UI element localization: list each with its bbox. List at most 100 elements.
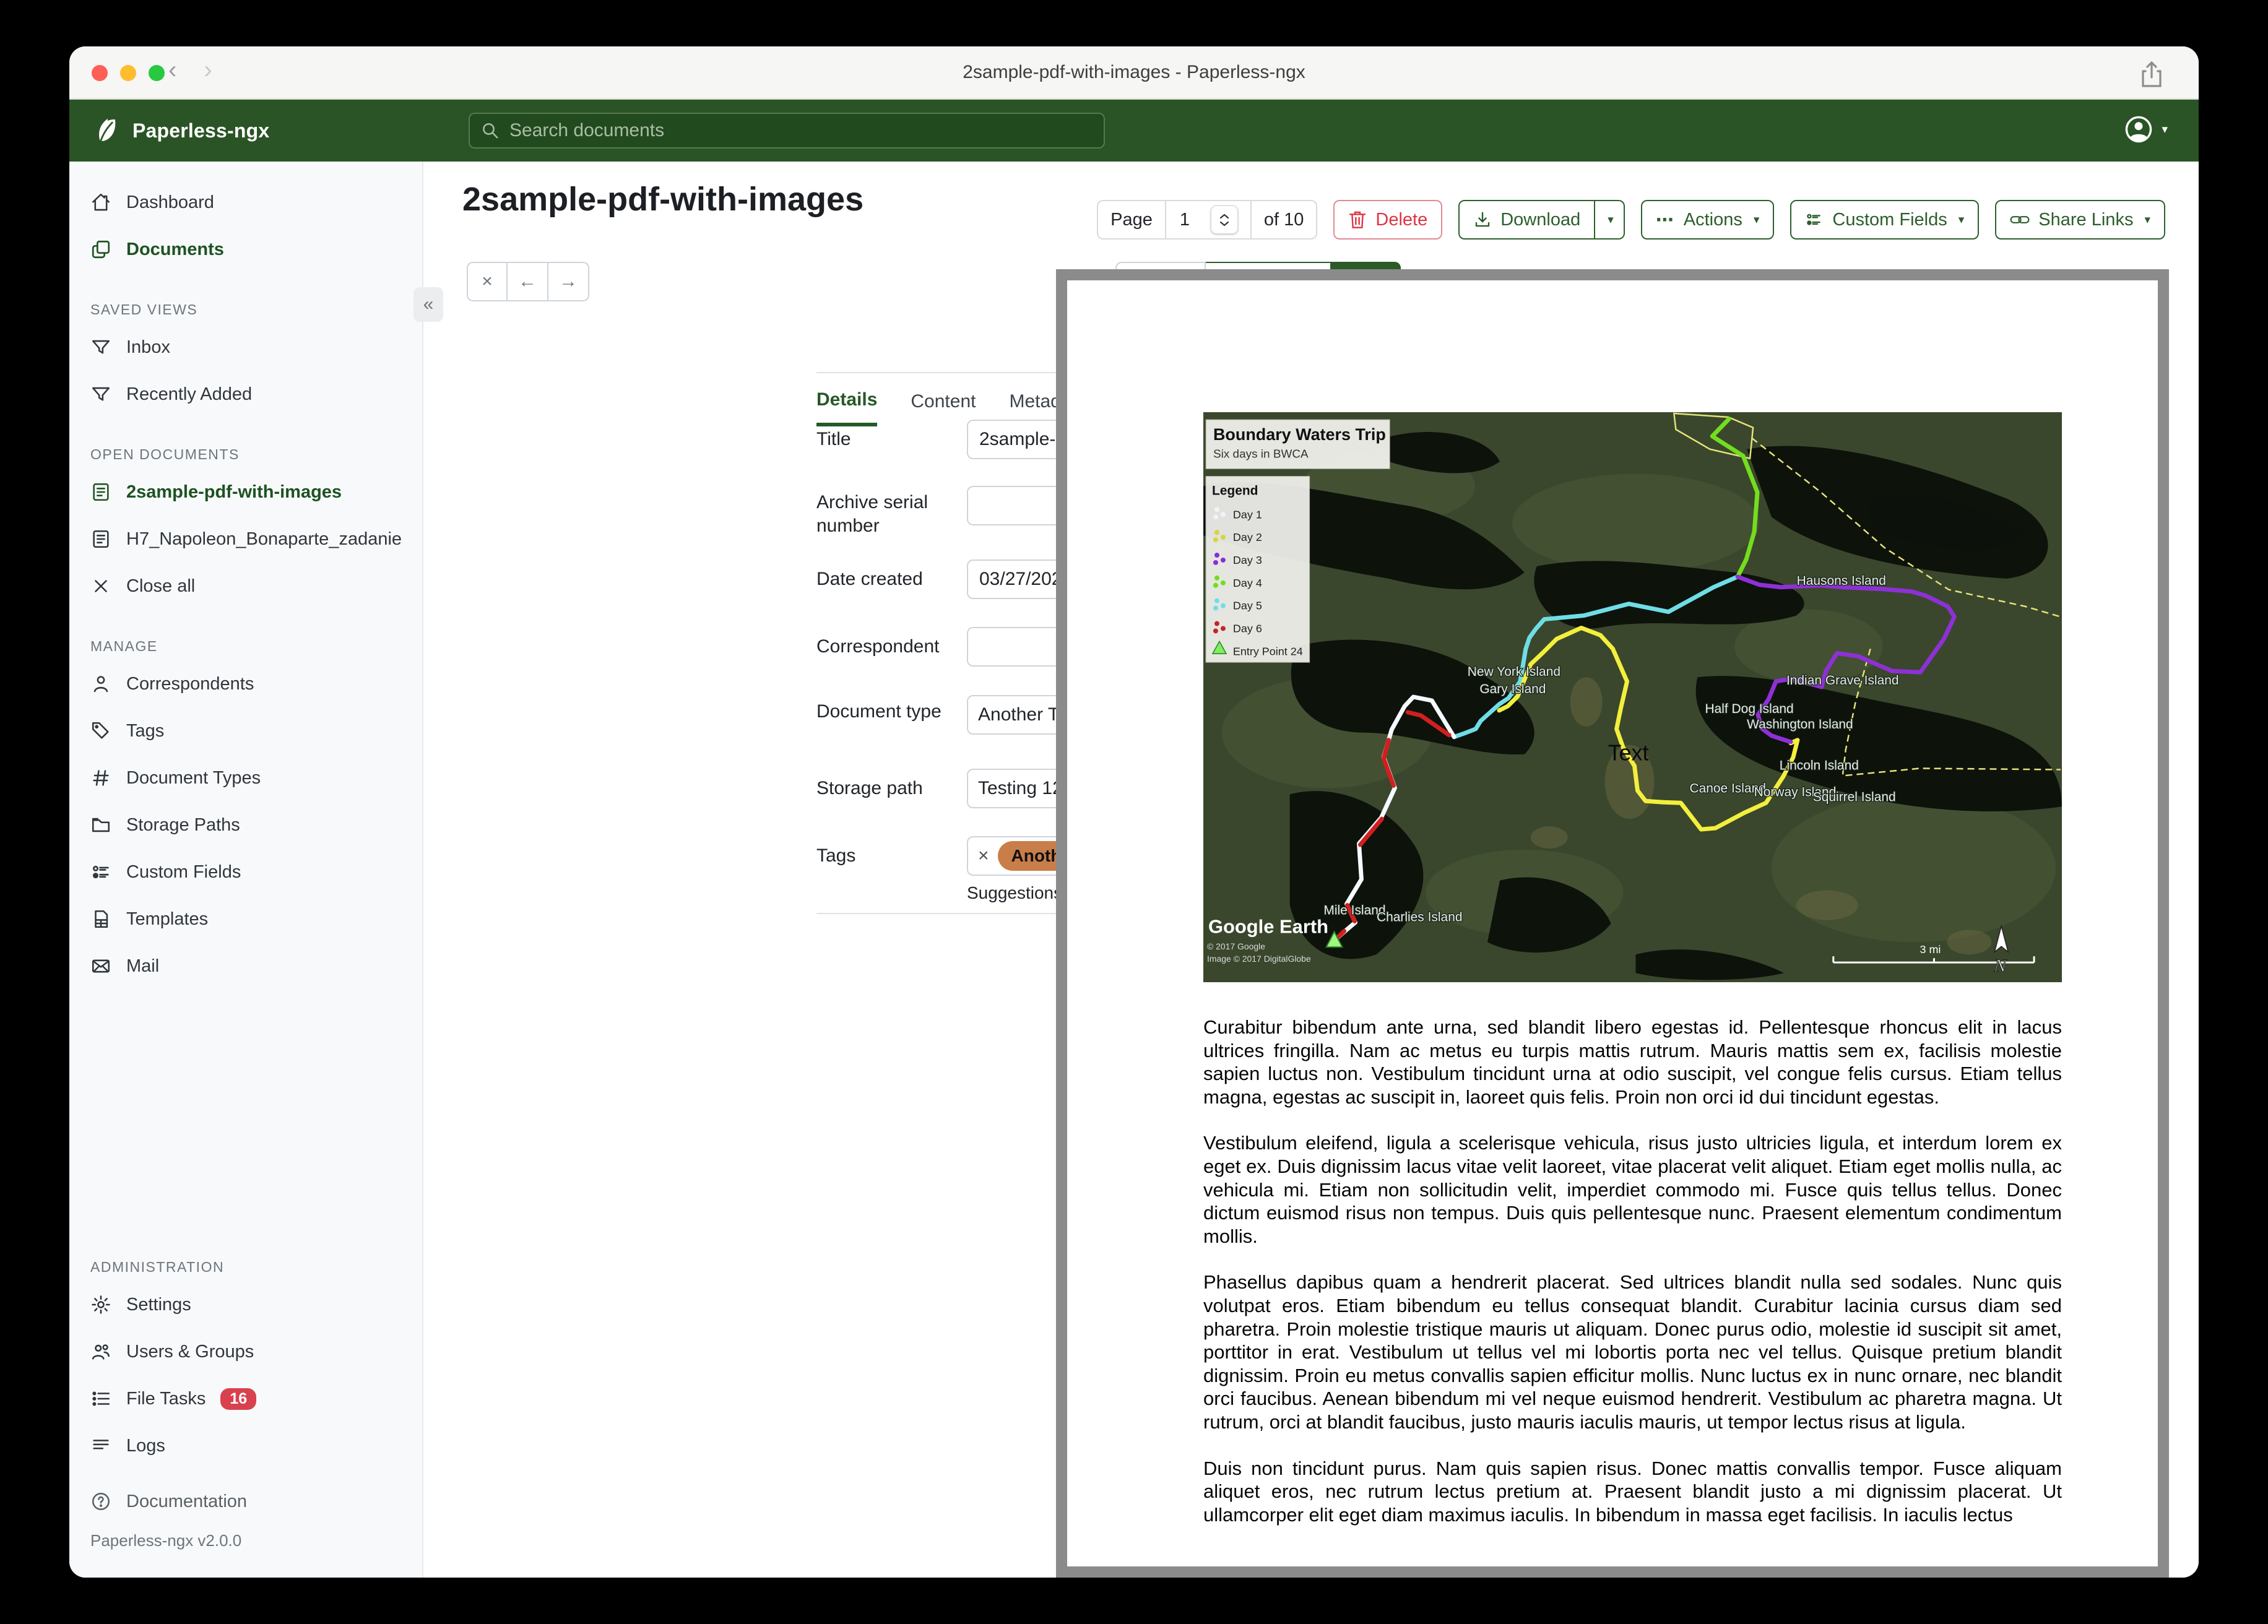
sidebar-item-file-tasks[interactable]: File Tasks 16: [69, 1375, 422, 1422]
sidebar-item-documentation[interactable]: Documentation: [69, 1478, 422, 1525]
forward-icon[interactable]: ›: [204, 56, 212, 84]
stepper-up-icon: [1219, 214, 1229, 218]
custom-fields-button[interactable]: Custom Fields ▾: [1790, 200, 1980, 240]
page-navigator: Page of 10: [1097, 200, 1318, 240]
sidebar-item-label: Documentation: [126, 1491, 248, 1511]
sidebar-item-correspondents[interactable]: Correspondents: [69, 660, 422, 707]
file-text-icon: [93, 483, 109, 501]
filter-icon: [92, 340, 110, 354]
tab-label: Details: [816, 389, 878, 410]
page-stepper[interactable]: [1210, 205, 1238, 234]
zoom-window-button[interactable]: [149, 65, 165, 81]
sidebar-item-documents[interactable]: Documents: [69, 226, 422, 273]
sidebar-section-open-documents: OPEN DOCUMENTS: [90, 446, 240, 462]
compass-n: N: [1993, 956, 2007, 976]
sidebar-item-document-types[interactable]: Document Types: [69, 754, 422, 801]
next-document-button[interactable]: →: [548, 262, 589, 301]
link-icon: [2010, 216, 2030, 223]
download-button[interactable]: Download: [1458, 200, 1596, 240]
sidebar-item-logs[interactable]: Logs: [69, 1422, 422, 1469]
island-label: Gary Island: [1479, 682, 1546, 696]
brand[interactable]: Paperless-ngx: [93, 117, 269, 144]
sidebar-item-recently-added[interactable]: Recently Added: [69, 371, 422, 418]
legend-label: Day 2: [1233, 531, 1262, 543]
sidebar-section-administration: ADMINISTRATION: [90, 1258, 225, 1275]
close-document-button[interactable]: ×: [467, 262, 508, 301]
traffic-lights: [92, 65, 165, 81]
share-links-button[interactable]: Share Links ▾: [1995, 200, 2165, 240]
custom-fields-icon: [93, 865, 109, 879]
sidebar-item-users-groups[interactable]: Users & Groups: [69, 1328, 422, 1375]
window-title: 2sample-pdf-with-images - Paperless-ngx: [963, 62, 1305, 82]
map-subtitle: Six days in BWCA: [1213, 448, 1309, 461]
trash-icon: [1349, 211, 1366, 228]
chevron-down-icon: ▾: [2162, 123, 2168, 136]
pdf-page: Hausons Island New York Island Gary Isla…: [1067, 280, 2158, 1566]
user-menu[interactable]: ▾: [2124, 115, 2168, 144]
avatar-icon: [2126, 116, 2152, 143]
person-icon: [93, 676, 108, 693]
sidebar-item-inbox[interactable]: Inbox: [69, 324, 422, 371]
custom-fields-label: Custom Fields: [1832, 209, 1947, 230]
sidebar-item-templates[interactable]: Templates: [69, 896, 422, 943]
back-icon[interactable]: ‹: [168, 56, 176, 84]
sidebar-item-dashboard[interactable]: Dashboard: [69, 179, 422, 226]
map-image: Hausons Island New York Island Gary Isla…: [1203, 412, 2062, 982]
sidebar-item-open-doc-1[interactable]: 2sample-pdf-with-images: [69, 469, 422, 516]
sidebar-collapse-button[interactable]: «: [413, 287, 443, 322]
sidebar-item-mail[interactable]: Mail: [69, 943, 422, 990]
macos-titlebar: ‹ › 2sample-pdf-with-images - Paperless-…: [69, 46, 2199, 100]
envelope-icon: [92, 959, 110, 973]
remove-tag-icon[interactable]: ×: [978, 845, 989, 866]
tab-label: Content: [911, 391, 976, 412]
sidebar-item-open-doc-2[interactable]: H7_Napoleon_Bonaparte_zadanie: [69, 516, 422, 563]
sidebar-item-label: H7_Napoleon_Bonaparte_zadanie: [126, 529, 402, 549]
app-navbar: Paperless-ngx ▾: [69, 100, 2199, 162]
minimize-window-button[interactable]: [120, 65, 136, 81]
close-window-button[interactable]: [92, 65, 108, 81]
page-number-input[interactable]: [1178, 209, 1211, 231]
task-list-icon: [92, 1391, 110, 1406]
paragraph: Curabitur bibendum ante urna, sed blandi…: [1203, 1016, 2062, 1108]
correspondent-label: Correspondent: [816, 636, 940, 657]
delete-button[interactable]: Delete: [1333, 200, 1443, 240]
file-text-icon: [93, 530, 109, 548]
search-input[interactable]: [508, 119, 1093, 142]
map-title-box: Boundary Waters Trip Six days in BWCA: [1205, 419, 1390, 470]
document-type-label: Document type: [816, 701, 941, 722]
file-tasks-count-badge: 16: [220, 1388, 257, 1410]
island-label: New York Island: [1468, 665, 1560, 679]
download-caret-button[interactable]: ▾: [1595, 200, 1625, 240]
download-split-button: Download ▾: [1458, 200, 1625, 240]
sidebar-item-storage-paths[interactable]: Storage Paths: [69, 801, 422, 849]
sidebar-item-label: 2sample-pdf-with-images: [126, 482, 342, 502]
home-icon: [92, 193, 110, 211]
sidebar-item-label: Users & Groups: [126, 1341, 254, 1362]
sidebar-item-custom-fields[interactable]: Custom Fields: [69, 849, 422, 896]
global-search[interactable]: [469, 113, 1105, 149]
google-earth-logo: Google Earth: [1208, 915, 1328, 937]
actions-button[interactable]: ⋯ Actions ▾: [1640, 200, 1775, 240]
download-icon: [1476, 212, 1490, 227]
island-label: Lincoln Island: [1780, 759, 1859, 773]
sidebar-item-label: Documents: [126, 239, 224, 259]
tags-label: Tags: [816, 845, 856, 866]
previous-document-button[interactable]: ←: [508, 262, 548, 301]
sidebar-item-label: Document Types: [126, 767, 261, 788]
paragraph: Vestibulum eleifend, ligula a scelerisqu…: [1203, 1132, 2062, 1247]
share-icon[interactable]: [2139, 60, 2164, 89]
storage-path-value: Testing 12: [978, 778, 1063, 798]
sidebar-item-label: Mail: [126, 956, 160, 976]
sidebar-item-settings[interactable]: Settings: [69, 1281, 422, 1328]
browser-history-nav: ‹ ›: [168, 56, 212, 84]
island-label: Washington Island: [1747, 717, 1853, 732]
pdf-preview-pane[interactable]: Hausons Island New York Island Gary Isla…: [1056, 269, 2169, 1578]
custom-fields-icon: [1807, 214, 1821, 225]
help-icon: [92, 1492, 110, 1511]
storage-path-label: Storage path: [816, 778, 923, 799]
credit-line-2: Image © 2017 DigitalGlobe: [1207, 954, 1311, 964]
document-toolbar: Page of 10 Delete: [1097, 200, 2165, 240]
sidebar-item-tags[interactable]: Tags: [69, 707, 422, 754]
paperless-leaf-icon: [99, 118, 116, 142]
sidebar-item-close-all[interactable]: Close all: [69, 563, 422, 610]
